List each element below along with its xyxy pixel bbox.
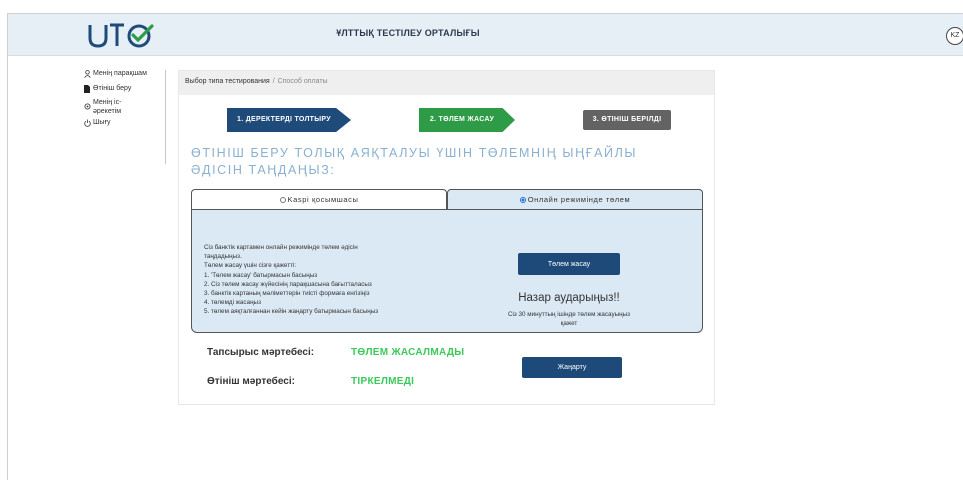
order-status-value: ТӨЛЕМ ЖАСАЛМАДЫ	[351, 347, 465, 358]
language-switch[interactable]: KZ	[946, 27, 963, 45]
order-status-label: Тапсырыс мәртебесі:	[207, 347, 315, 358]
user-icon	[84, 70, 93, 82]
tab-kaspi-label: Kaspi қосымшасы	[287, 195, 359, 204]
online-payment-panel: Сіз банктік картамен онлайн режимінде тө…	[191, 209, 703, 333]
power-icon	[84, 119, 93, 131]
instruction-line: Сіз банктік картамен онлайн режимінде тө…	[204, 244, 358, 251]
attention-note: Сіз 30 минуттың ішінде төлем жасауыңыз қ…	[507, 311, 631, 327]
instruction-line: 4. төлемді жасаңыз	[204, 299, 261, 307]
instruction-line: Төлем жасау үшін сізге қажетті:	[204, 262, 297, 270]
breadcrumb: Выбор типа тестирования / Способ оплаты	[179, 71, 714, 95]
tab-online-label: Онлайн режимінде төлем	[527, 195, 631, 204]
instruction-line: 5. төлем аяқталғаннан кейін жаңарту баты…	[204, 308, 379, 316]
radio-kaspi[interactable]	[279, 197, 286, 203]
page-heading: ӨТІНІШ БЕРУ ТОЛЫҚ АЯҚТАЛУЫ ҮШІН ТӨЛЕМНІҢ…	[191, 146, 638, 177]
instruction-line: 3. банктік картаның мәліметтерін тиісті …	[204, 290, 370, 298]
instruction-line: 1. 'Төлем жасау' батырмасын басыңыз	[204, 271, 318, 279]
document-icon	[84, 84, 93, 97]
activity-icon	[84, 99, 93, 114]
step-fill-data: 1. ДЕРЕКТЕРДІ ТОЛТЫРУ	[227, 108, 351, 132]
application-status-value: ТІРКЕЛМЕДІ	[351, 376, 415, 387]
sidebar-item-label: Шығу	[93, 119, 111, 126]
sidebar-item-activity[interactable]: Менің іс-әрекетім	[84, 99, 165, 116]
attention-title: Назар аударыңыз!!	[518, 292, 620, 304]
sidebar-item-label: Менің парақшам	[93, 70, 147, 77]
application-status-label: Өтініш мәртебесі:	[207, 376, 295, 387]
top-header: ҰЛТТЫҚ ТЕСТІЛЕУ ОРТАЛЫҒЫ KZ	[8, 14, 963, 56]
sidebar: Менің парақшам Өтініш беру Менің іс-әрек…	[84, 70, 166, 164]
breadcrumb-parent[interactable]: Выбор типа тестирования	[185, 78, 270, 85]
sidebar-item-logout[interactable]: Шығу	[84, 119, 165, 131]
tab-kaspi[interactable]: Kaspi қосымшасы	[191, 189, 447, 209]
payment-instructions: Сіз банктік картамен онлайн режимінде тө…	[204, 243, 454, 317]
app-window: ҰЛТТЫҚ ТЕСТІЛЕУ ОРТАЛЫҒЫ KZ Менің парақш…	[7, 13, 963, 480]
instruction-line: 2. Сіз төлем жасау жүйесінің парақшасына…	[204, 280, 372, 288]
step-submitted: 3. ӨТІНІШ БЕРІЛДІ	[583, 110, 671, 130]
payment-method-tabs: Kaspi қосымшасы Онлайн режимінде төлем	[191, 189, 703, 209]
breadcrumb-separator: /	[272, 78, 275, 85]
instruction-line: таңдадыңыз.	[204, 253, 242, 261]
sidebar-item-label: Өтініш беру	[93, 84, 132, 92]
step-payment: 2. ТӨЛЕМ ЖАСАУ	[419, 108, 515, 132]
sidebar-item-label: Менің іс-әрекетім	[93, 99, 122, 115]
sidebar-item-profile[interactable]: Менің парақшам	[84, 70, 165, 82]
pay-button[interactable]: Төлем жасау	[518, 253, 620, 275]
breadcrumb-current: Способ оплаты	[277, 78, 328, 85]
radio-online[interactable]	[519, 197, 526, 203]
refresh-button[interactable]: Жаңарту	[522, 357, 622, 378]
uto-logo[interactable]	[86, 20, 156, 50]
payment-card: Выбор типа тестирования / Способ оплаты 1.…	[178, 70, 715, 405]
sidebar-item-apply[interactable]: Өтініш беру	[84, 84, 165, 97]
header-title: ҰЛТТЫҚ ТЕСТІЛЕУ ОРТАЛЫҒЫ	[336, 28, 480, 38]
tab-online[interactable]: Онлайн режимінде төлем	[447, 189, 703, 209]
